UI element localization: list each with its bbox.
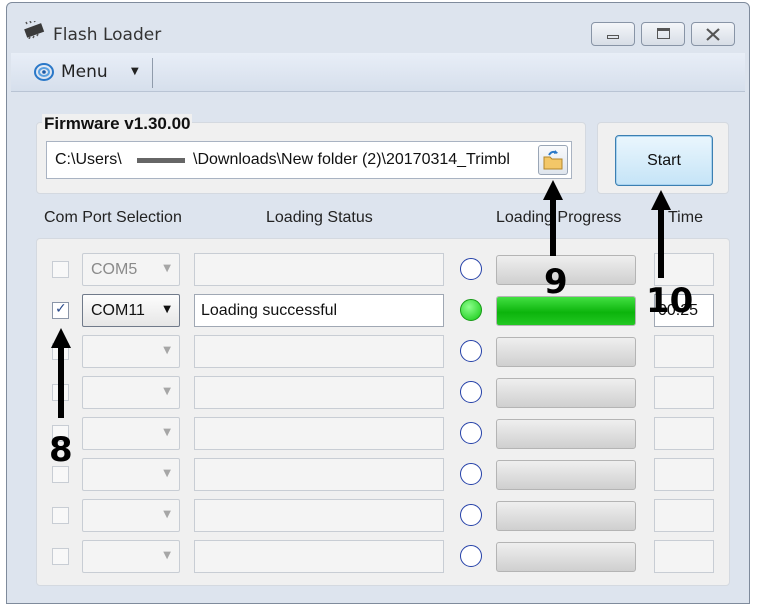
firmware-path-prefix: C:\Users\ [55,151,122,168]
loading-status-field [194,458,444,491]
annotation-label-9: 9 [544,262,568,302]
open-folder-icon [543,150,563,170]
minimize-button[interactable] [591,22,635,46]
com-port-value: COM11 [91,302,145,319]
annotation-arrow-8 [51,328,71,418]
firmware-path-suffix: \Downloads\New folder (2)\20170314_Trimb… [193,151,510,168]
loading-progress-bar [496,419,636,449]
time-field [654,458,714,491]
com-port-dropdown[interactable]: COM5 ▼ [82,253,180,286]
column-header-time: Time [668,209,703,226]
port-checkbox[interactable] [52,548,69,565]
time-field [654,540,714,573]
firmware-path-field[interactable]: C:\Users\ \Downloads\New folder (2)\2017… [46,141,572,179]
chevron-down-icon: ▼ [131,66,139,77]
port-row: ▼ [0,498,760,534]
annotation-arrow-10 [651,190,671,278]
loading-status-field [194,540,444,573]
loading-status-field [194,335,444,368]
port-row: ▼ [0,539,760,575]
loading-status-field [194,417,444,450]
browse-button[interactable] [538,145,568,175]
annotation-arrow-9 [543,180,563,256]
port-row: ▼ [0,375,760,411]
chevron-down-icon: ▼ [163,345,171,356]
maximize-button[interactable] [641,22,685,46]
chip-icon [24,21,45,39]
com-port-dropdown[interactable]: ▼ [82,335,180,368]
window-title: Flash Loader [53,25,162,45]
chevron-down-icon: ▼ [163,468,171,479]
firmware-label: Firmware v1.30.00 [42,114,193,134]
title-bar: Flash Loader [7,3,749,53]
time-field [654,335,714,368]
com-port-dropdown[interactable]: COM11 ▼ [82,294,180,327]
status-led-icon [460,422,482,444]
port-checkbox[interactable] [52,507,69,524]
chevron-down-icon: ▼ [163,427,171,438]
loading-progress-bar [496,337,636,367]
annotation-label-10: 10 [646,281,694,321]
start-button[interactable]: Start [615,135,713,186]
com-port-dropdown[interactable]: ▼ [82,540,180,573]
close-icon [706,28,720,41]
close-button[interactable] [691,22,735,46]
loading-progress-bar [496,501,636,531]
chevron-down-icon: ▼ [163,263,171,274]
status-led-icon [460,463,482,485]
status-led-icon [460,340,482,362]
loading-progress-bar [496,378,636,408]
port-checkbox[interactable] [52,301,69,319]
annotation-label-8: 8 [49,430,73,470]
menu-separator [152,58,153,88]
loading-status-field: Loading successful [194,294,444,327]
redacted-username [137,158,185,163]
com-port-dropdown[interactable]: ▼ [82,499,180,532]
com-port-dropdown[interactable]: ▼ [82,417,180,450]
com-port-dropdown[interactable]: ▼ [82,458,180,491]
port-row: ▼ [0,457,760,493]
chevron-down-icon: ▼ [163,386,171,397]
menu-swirl-icon [34,63,54,81]
minimize-icon [607,35,619,39]
com-port-value: COM5 [91,261,138,278]
loading-progress-bar [496,542,636,572]
chevron-down-icon: ▼ [163,550,171,561]
port-row: ▼ [0,334,760,370]
column-header-com-port: Com Port Selection [44,209,182,226]
maximize-icon [657,28,670,39]
column-header-status: Loading Status [266,209,373,226]
port-row: ▼ [0,416,760,452]
status-led-icon [460,258,482,280]
status-led-icon [460,504,482,526]
port-checkbox[interactable] [52,261,69,278]
loading-status-text: Loading successful [201,302,338,319]
loading-status-field [194,376,444,409]
loading-progress-bar [496,460,636,490]
status-led-icon [460,381,482,403]
time-field [654,499,714,532]
menu-bar: Menu ▼ [11,53,745,92]
chevron-down-icon: ▼ [163,509,171,520]
loading-status-field [194,253,444,286]
time-field [654,417,714,450]
chevron-down-icon: ▼ [163,304,171,315]
menu-button[interactable]: Menu [61,62,108,82]
status-led-icon [460,299,482,321]
com-port-dropdown[interactable]: ▼ [82,376,180,409]
status-led-icon [460,545,482,567]
time-field [654,376,714,409]
loading-status-field [194,499,444,532]
